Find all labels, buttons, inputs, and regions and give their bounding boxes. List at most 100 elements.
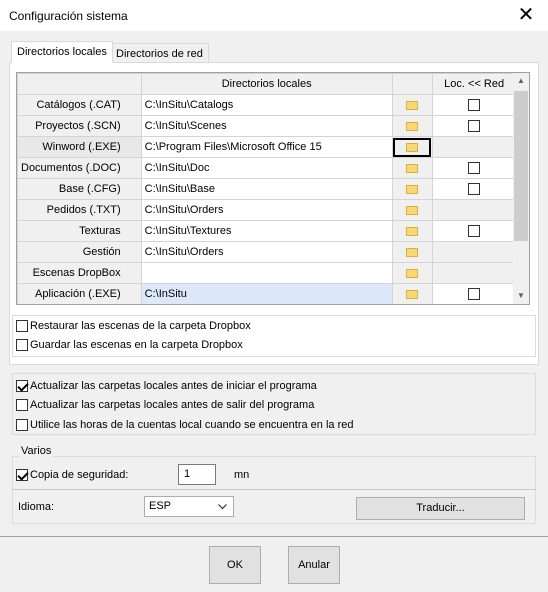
update-before-start-row[interactable]: Actualizar las carpetas locales antes de… [16, 380, 317, 392]
directories-grid: Directorios locales Loc. << Red Catálogo… [16, 72, 530, 305]
translate-button[interactable]: Traducir... [356, 497, 525, 520]
loc-red-cell[interactable] [431, 94, 517, 116]
browse-folder-button[interactable] [391, 157, 433, 179]
directory-path-cell[interactable]: C:\InSitu [140, 283, 393, 304]
loc-red-cell[interactable] [431, 283, 517, 304]
loc-red-cell[interactable] [431, 220, 517, 242]
language-selected-value: ESP [149, 500, 172, 512]
tab-directorios-de-red[interactable]: Directorios de red [110, 43, 209, 63]
table-row[interactable]: Catálogos (.CAT) C:\InSitu\Catalogs [17, 94, 517, 116]
backup-unit-label: mn [234, 469, 250, 481]
varios-group-label: Varios [19, 445, 54, 457]
loc-red-checkbox[interactable] [468, 162, 481, 175]
directory-path-cell[interactable]: C:\InSitu\Orders [140, 241, 393, 263]
browse-folder-button[interactable] [391, 136, 433, 158]
loc-red-checkbox[interactable] [468, 225, 481, 238]
table-row[interactable]: Winword (.EXE) C:\Program Files\Microsoft… [17, 136, 517, 158]
table-row[interactable]: Gestión C:\InSitu\Orders [17, 241, 517, 263]
scroll-up-icon[interactable]: ▲ [513, 73, 529, 89]
language-select[interactable]: ESP [144, 496, 234, 517]
table-row[interactable]: Texturas C:\InSitu\Textures [17, 220, 517, 242]
title-bar: Configuración sistema ✕ [0, 0, 548, 31]
restore-dropbox-checkbox[interactable] [16, 320, 28, 332]
browse-folder-button[interactable] [391, 283, 433, 304]
table-row[interactable]: Escenas DropBox [17, 262, 517, 284]
browse-folder-button[interactable] [391, 115, 433, 137]
restore-dropbox-row[interactable]: Restaurar las escenas de la carpeta Drop… [16, 320, 251, 332]
restore-dropbox-label: Restaurar las escenas de la carpeta Drop… [30, 320, 251, 332]
table-row[interactable]: Pedidos (.TXT) C:\InSitu\Orders [17, 199, 517, 221]
directory-path-cell[interactable]: C:\InSitu\Doc [140, 157, 393, 179]
loc-red-cell [431, 199, 517, 221]
backup-interval-input[interactable]: 1 [178, 464, 216, 485]
browse-folder-button[interactable] [391, 94, 433, 116]
row-label: Pedidos (.TXT) [17, 199, 142, 221]
footer-divider [0, 536, 548, 537]
ok-button[interactable]: OK [209, 546, 261, 584]
cancel-button[interactable]: Anular [288, 546, 340, 584]
directory-path-cell[interactable]: C:\InSitu\Textures [140, 220, 393, 242]
save-dropbox-label: Guardar las escenas en la carpeta Dropbo… [30, 339, 243, 351]
update-before-start-checkbox[interactable] [16, 380, 28, 392]
table-row[interactable]: Proyectos (.SCN) C:\InSitu\Scenes [17, 115, 517, 137]
column-header-browse [391, 73, 433, 95]
folder-icon [406, 184, 419, 194]
directories-table: Directorios locales Loc. << Red Catálogo… [17, 73, 517, 304]
local-hours-checkbox[interactable] [16, 419, 28, 431]
browse-folder-button[interactable] [391, 199, 433, 221]
loc-red-cell[interactable] [431, 178, 517, 200]
loc-red-checkbox[interactable] [468, 183, 481, 196]
directory-path-cell[interactable]: C:\InSitu\Catalogs [140, 94, 393, 116]
scrollbar-thumb[interactable] [514, 91, 528, 241]
scroll-down-icon[interactable]: ▼ [513, 288, 529, 304]
update-before-exit-checkbox[interactable] [16, 399, 28, 411]
table-row[interactable]: Documentos (.DOC) C:\InSitu\Doc [17, 157, 517, 179]
tab-directorios-locales[interactable]: Directorios locales [11, 41, 113, 63]
loc-red-cell [431, 136, 517, 158]
loc-red-cell[interactable] [431, 115, 517, 137]
varios-divider [12, 489, 536, 490]
directory-path-cell[interactable]: C:\Program Files\Microsoft Office 15 [140, 136, 393, 158]
folder-icon [406, 100, 419, 110]
save-dropbox-row[interactable]: Guardar las escenas en la carpeta Dropbo… [16, 339, 243, 351]
directory-path-cell[interactable]: C:\InSitu\Orders [140, 199, 393, 221]
directory-path-cell[interactable]: C:\InSitu\Base [140, 178, 393, 200]
browse-folder-button[interactable] [391, 262, 433, 284]
local-hours-row[interactable]: Utilice las horas de la cuentas local cu… [16, 419, 353, 431]
table-row[interactable]: Base (.CFG) C:\InSitu\Base [17, 178, 517, 200]
folder-icon [406, 121, 419, 131]
table-row[interactable]: Aplicación (.EXE) C:\InSitu [17, 283, 517, 304]
window-title: Configuración sistema [9, 9, 128, 23]
save-dropbox-checkbox[interactable] [16, 339, 28, 351]
column-header-path: Directorios locales [140, 73, 393, 95]
folder-icon [406, 142, 419, 152]
loc-red-cell[interactable] [431, 157, 517, 179]
table-header-row: Directorios locales Loc. << Red [17, 73, 517, 95]
browse-folder-button[interactable] [391, 220, 433, 242]
backup-checkbox[interactable] [16, 469, 28, 481]
browse-folder-button[interactable] [391, 241, 433, 263]
column-header-loc: Loc. << Red [431, 73, 517, 95]
row-label: Aplicación (.EXE) [17, 283, 142, 304]
folder-icon [406, 247, 419, 257]
column-header-name [17, 73, 142, 95]
directory-path-cell[interactable]: C:\InSitu\Scenes [140, 115, 393, 137]
loc-red-checkbox[interactable] [468, 120, 481, 133]
row-label: Proyectos (.SCN) [17, 115, 142, 137]
folder-icon [406, 205, 419, 215]
row-label: Catálogos (.CAT) [17, 94, 142, 116]
row-label: Escenas DropBox [17, 262, 142, 284]
update-before-exit-row[interactable]: Actualizar las carpetas locales antes de… [16, 399, 314, 411]
loc-red-checkbox[interactable] [468, 99, 481, 112]
directory-path-cell[interactable] [140, 262, 393, 284]
folder-icon [406, 163, 419, 173]
backup-label: Copia de seguridad: [30, 469, 129, 481]
loc-red-checkbox[interactable] [468, 288, 481, 301]
vertical-scrollbar[interactable]: ▲ ▼ [513, 73, 529, 304]
row-label: Texturas [17, 220, 142, 242]
backup-row[interactable]: Copia de seguridad: [16, 469, 128, 481]
row-label: Base (.CFG) [17, 178, 142, 200]
close-icon[interactable]: ✕ [516, 4, 536, 26]
language-label: Idioma: [18, 501, 55, 513]
browse-folder-button[interactable] [391, 178, 433, 200]
